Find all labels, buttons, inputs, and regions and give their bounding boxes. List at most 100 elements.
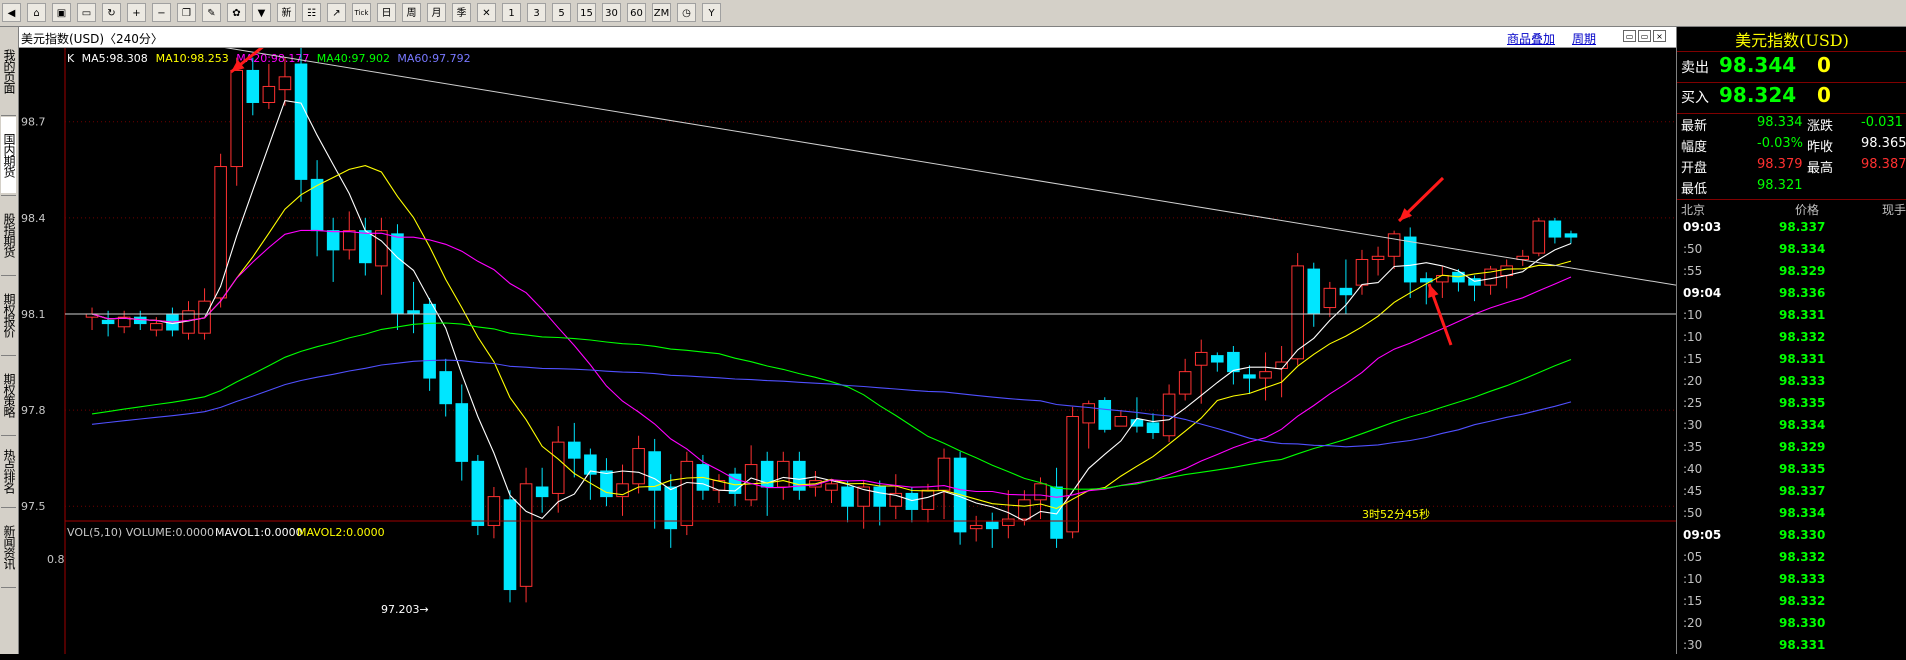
tick-time: :10 [1683,330,1703,344]
layout-button-1[interactable]: ▭ [1623,30,1636,42]
table-icon[interactable]: ☷ [302,3,321,22]
tab-separator [1,507,16,508]
tick-row: :10 98.332 [1677,330,1906,352]
candle-body [825,483,838,491]
left-tab-bar: 我的页面国内期货股指期货期权报价期权策略热点排名新闻资讯 [0,27,19,654]
stat-value: 98.379 [1757,157,1803,172]
candle-body [391,233,404,315]
paint-icon[interactable]: ✿ [227,3,246,22]
candle-body [1178,371,1192,395]
pzm-icon[interactable]: ZM [652,3,671,22]
week-icon[interactable]: 周 [402,3,421,22]
mavol2-legend: MAVOL2:0.0000 [297,526,385,539]
p1-icon[interactable]: 1 [502,3,521,22]
tick-time: :40 [1683,462,1703,476]
tick-price: 98.335 [1779,462,1826,476]
cross-icon[interactable]: ✕ [477,3,496,22]
stat-value: 98.365 [1861,136,1906,151]
legend-k: K [67,52,75,65]
tick-header-price: 价格 [1795,203,1820,217]
candle-body [1387,233,1401,257]
left-tab-1[interactable]: 我的页面 [1,29,16,113]
month-icon[interactable]: 月 [427,3,446,22]
tv-icon[interactable]: ▭ [77,3,96,22]
stat-label: 最高 [1807,161,1834,176]
candle-body [1146,422,1160,434]
tick-price: 98.332 [1779,550,1826,564]
candle-body [230,69,244,168]
p30-icon[interactable]: 30 [602,3,621,22]
tick-row: :30 98.334 [1677,418,1906,440]
candle-body [632,448,645,485]
stat-value: -0.031 [1861,115,1903,130]
zoom-out-icon[interactable]: − [152,3,171,22]
p3-icon[interactable]: 3 [527,3,546,22]
clock-icon[interactable]: ◷ [677,3,696,22]
new-icon[interactable]: 新 [277,3,296,22]
candle-body [214,166,227,299]
left-tab-3[interactable]: 股指期货 [1,197,16,273]
filter-icon[interactable]: ▼ [252,3,271,22]
candle-body [455,403,469,462]
layout-button-2[interactable]: ▭ [1638,30,1651,42]
pen-icon[interactable]: ✎ [202,3,221,22]
left-tab-7[interactable]: 新闻资讯 [1,509,16,585]
candle-body [905,492,919,510]
legend-ma40: MA40:97.902 [317,52,390,65]
p60-icon[interactable]: 60 [627,3,646,22]
tick-price: 98.329 [1779,440,1826,454]
tick-row: :50 98.334 [1677,506,1906,528]
tick-row: 09:04 98.336 [1677,286,1906,308]
close-chart-button[interactable]: × [1653,30,1666,42]
sell-qty: 0 [1817,53,1831,77]
tick-price: 98.332 [1779,330,1826,344]
countdown: 3时52分45秒 [1362,507,1430,521]
tick-icon[interactable]: Tick [352,3,371,22]
candle-body [680,460,694,526]
tick-time: :30 [1683,638,1703,652]
p15-icon[interactable]: 15 [577,3,596,22]
candle-body [359,230,372,264]
tick-row: 09:03 98.337 [1677,220,1906,242]
tab-separator [1,115,16,116]
p5-icon[interactable]: 5 [552,3,571,22]
book-icon[interactable]: ▣ [52,3,71,22]
overlay-link[interactable]: 商品叠加 [1507,30,1555,47]
tick-price: 98.336 [1779,286,1826,300]
window-icon[interactable]: ❐ [177,3,196,22]
candle-body [1275,361,1288,369]
toolbar: ◀ ⌂ ▣ ▭ ↻ + − ❐ ✎ ✿ ▼ 新 ☷ ↗ Tick 日周月季 ✕ 1 3 5 15 30 60 ZM ◷ Y [0,0,1906,27]
period-link[interactable]: 周期 [1572,30,1596,47]
back-icon[interactable]: ◀ [2,3,21,22]
left-tab-5[interactable]: 期权策略 [1,357,16,433]
zoom-in-icon[interactable]: + [127,3,146,22]
tick-price: 98.335 [1779,396,1826,410]
candle-body [439,371,452,405]
candle-body [921,489,935,510]
candle-body [326,230,340,251]
candle-body [1002,518,1015,526]
y-tick-label: 98.4 [21,212,46,225]
candle-body [985,521,999,530]
tick-row: :10 98.331 [1677,308,1906,330]
candle-body [294,63,308,180]
season-icon[interactable]: 季 [452,3,471,22]
home-icon[interactable]: ⌂ [27,3,46,22]
tick-time: :25 [1683,396,1703,410]
y-icon[interactable]: Y [702,3,721,22]
left-tab-4[interactable]: 期权报价 [1,277,16,353]
stat-label: 最新 [1681,119,1708,134]
day-icon[interactable]: 日 [377,3,396,22]
refresh-icon[interactable]: ↻ [102,3,121,22]
left-tab-2[interactable]: 国内期货 [1,117,16,193]
buy-label: 买入 [1681,90,1709,106]
candle-body [1436,275,1449,283]
candle-body [841,486,854,507]
sell-label: 卖出 [1681,60,1709,76]
quote-panel: 美元指数(USD) 卖出 98.344 0 买入 98.324 0 最新 98.3… [1676,27,1906,654]
chart-icon[interactable]: ↗ [327,3,346,22]
candle-body [1339,287,1353,296]
kline-chart[interactable]: 98.7 98.4 98.1 97.8 97.5 K MA5:98.308 MA10:98.2… [19,48,1676,654]
tick-price: 98.334 [1779,242,1826,256]
left-tab-6[interactable]: 热点排名 [1,437,16,505]
